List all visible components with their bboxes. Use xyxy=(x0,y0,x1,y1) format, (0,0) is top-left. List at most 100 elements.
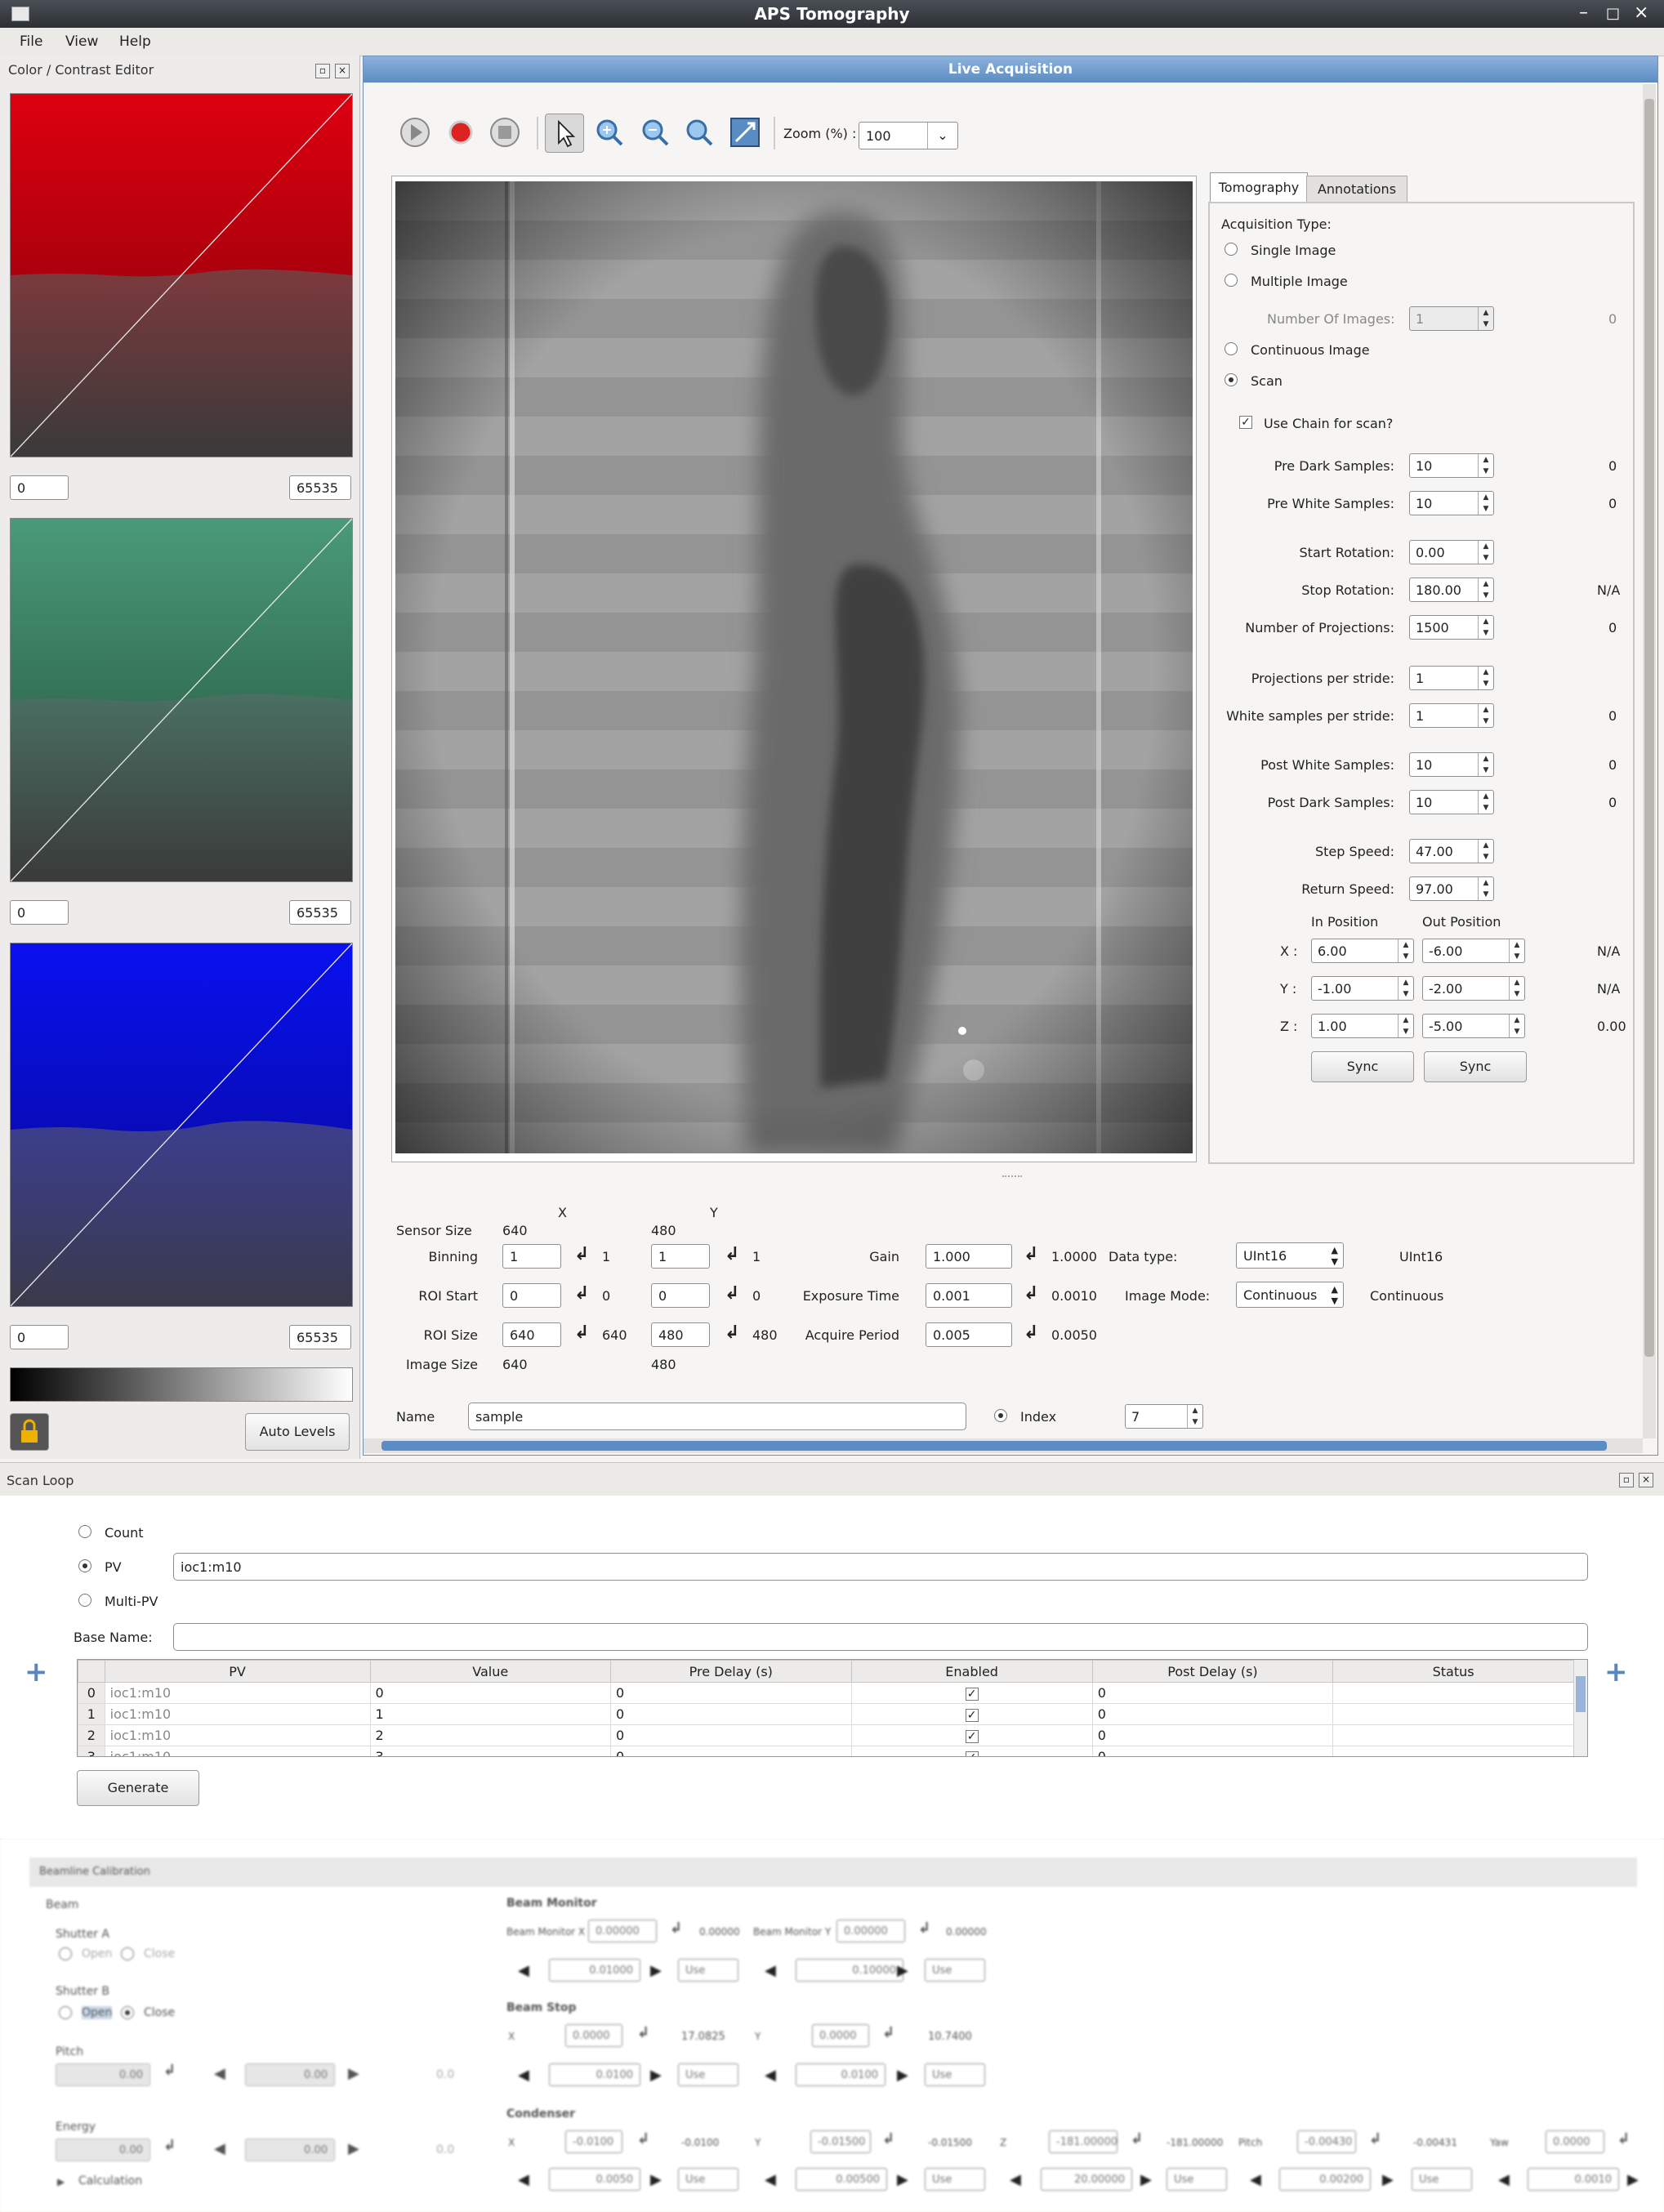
column-header[interactable]: Value xyxy=(369,1660,611,1683)
status-cell[interactable] xyxy=(1332,1724,1574,1746)
step-left-icon[interactable]: ◀ xyxy=(1250,2171,1261,2188)
lock-button[interactable] xyxy=(10,1413,49,1451)
close-panel-icon[interactable]: × xyxy=(335,64,350,78)
table-row[interactable]: 1 ioc1:m10 1 0 ✓ 0 xyxy=(78,1703,1574,1725)
spin-arrows-icon[interactable]: ▲ ▼ xyxy=(1478,877,1493,900)
spin-arrows-icon[interactable]: ▲ ▼ xyxy=(1478,667,1493,689)
column-header[interactable]: Status xyxy=(1332,1660,1574,1683)
condenser-yaw-step-input[interactable]: 0.0010 xyxy=(1528,2168,1619,2191)
num-projections-input[interactable]: 1500 ▲ ▼ xyxy=(1409,615,1494,640)
generate-button[interactable]: Generate xyxy=(77,1770,199,1806)
play-icon[interactable] xyxy=(396,114,434,151)
spin-arrows-icon[interactable]: ▲ ▼ xyxy=(1478,704,1493,727)
z-in-input[interactable]: 1.00 ▲ ▼ xyxy=(1311,1014,1414,1038)
green-min-input[interactable]: 0 xyxy=(10,900,69,925)
enter-icon[interactable]: ↲ xyxy=(882,2024,894,2041)
vertical-scrollbar[interactable] xyxy=(1643,84,1656,1438)
acquire-period-input[interactable]: 0.005 xyxy=(926,1322,1012,1347)
status-cell[interactable] xyxy=(1332,1682,1574,1704)
roi-start-y-input[interactable]: 0 xyxy=(651,1283,710,1308)
stop-icon[interactable] xyxy=(486,114,524,151)
step-right-icon[interactable]: ▶ xyxy=(650,2067,662,2084)
enabled-cell[interactable]: ✓ xyxy=(850,1724,1093,1746)
row-index[interactable]: 1 xyxy=(78,1703,105,1725)
beam-monitor-y-use-select[interactable]: Use xyxy=(925,1959,985,1982)
base-name-input[interactable] xyxy=(173,1623,1588,1651)
beam-stop-y-step-input[interactable]: 0.0100 xyxy=(796,2063,886,2086)
condenser-y-input[interactable]: -0.01500 xyxy=(810,2130,871,2153)
enabled-cell[interactable]: ✓ xyxy=(850,1746,1093,1756)
maximize-icon[interactable]: □ xyxy=(1606,5,1620,22)
count-radio[interactable] xyxy=(78,1525,91,1538)
pre-delay-cell[interactable]: 0 xyxy=(609,1724,852,1746)
step-right-icon[interactable]: ▶ xyxy=(348,2140,359,2157)
pv-cell[interactable]: ioc1:m10 xyxy=(104,1703,371,1725)
post-delay-cell[interactable]: 0 xyxy=(1091,1724,1334,1746)
step-left-icon[interactable]: ◀ xyxy=(1010,2171,1021,2188)
shutter-b-close-radio[interactable] xyxy=(121,2006,134,2019)
pre-delay-cell[interactable]: 0 xyxy=(609,1682,852,1704)
gain-input[interactable]: 1.000 xyxy=(926,1244,1012,1269)
fit-image-icon[interactable] xyxy=(726,114,764,151)
vertical-scroll-thumb[interactable] xyxy=(1644,99,1654,1357)
spin-arrows-icon[interactable]: ▲ ▼ xyxy=(1398,977,1413,1000)
post-dark-input[interactable]: 10 ▲ ▼ xyxy=(1409,790,1494,814)
step-left-icon[interactable]: ◀ xyxy=(765,2067,776,2084)
step-right-icon[interactable]: ▶ xyxy=(897,2171,908,2188)
record-icon[interactable] xyxy=(442,114,480,151)
image-mode-select[interactable]: Continuous ▲ ▼ xyxy=(1236,1282,1344,1308)
binning-x-input[interactable]: 1 xyxy=(502,1244,561,1269)
step-right-icon[interactable]: ▶ xyxy=(650,2171,662,2188)
horizontal-scroll-thumb[interactable] xyxy=(381,1441,1607,1451)
row-index[interactable]: 0 xyxy=(78,1682,105,1704)
step-left-icon[interactable]: ◀ xyxy=(765,2171,776,2188)
continuous-image-radio[interactable] xyxy=(1225,342,1238,355)
blue-min-input[interactable]: 0 xyxy=(10,1325,69,1349)
green-max-input[interactable]: 65535 xyxy=(289,900,351,925)
row-index[interactable]: 3 xyxy=(78,1746,105,1756)
spin-arrows-icon[interactable]: ▲ ▼ xyxy=(1509,939,1524,962)
condenser-yaw-input[interactable]: 0.0000 xyxy=(1546,2130,1604,2153)
calculation-label[interactable]: Calculation xyxy=(78,2174,142,2187)
post-white-input[interactable]: 10 ▲ ▼ xyxy=(1409,752,1494,777)
scan-radio[interactable] xyxy=(1225,373,1238,386)
spin-arrows-icon[interactable]: ▲ ▼ xyxy=(1478,840,1493,863)
spin-arrows-icon[interactable]: ▲ ▼ xyxy=(1478,307,1493,330)
condenser-pitch-input[interactable]: -0.00430 xyxy=(1297,2130,1356,2153)
add-row-left-icon[interactable]: + xyxy=(25,1656,48,1688)
zoom-out-icon[interactable] xyxy=(636,114,674,151)
enter-icon[interactable]: ↲ xyxy=(1369,2130,1381,2147)
red-max-input[interactable]: 65535 xyxy=(289,475,351,500)
enabled-checkbox[interactable]: ✓ xyxy=(965,1730,979,1743)
enter-icon[interactable]: ↲ xyxy=(637,2024,649,2041)
red-curve-editor[interactable] xyxy=(10,93,353,457)
post-delay-cell[interactable]: 0 xyxy=(1091,1682,1334,1704)
beam-stop-y-use-select[interactable]: Use xyxy=(925,2063,985,2086)
add-row-right-icon[interactable]: + xyxy=(1604,1656,1628,1688)
condenser-z-step-input[interactable]: 20.00000 xyxy=(1041,2168,1132,2191)
enter-icon[interactable]: ↲ xyxy=(574,1322,589,1343)
value-cell[interactable]: 3 xyxy=(369,1746,611,1756)
zoom-select[interactable]: 100 ⌄ xyxy=(859,122,958,149)
spin-arrows-icon[interactable]: ▲ ▼ xyxy=(1398,939,1413,962)
roi-start-x-input[interactable]: 0 xyxy=(502,1283,561,1308)
number-of-images-input[interactable]: 1 ▲ ▼ xyxy=(1409,306,1494,331)
projections-per-stride-input[interactable]: 1 ▲ ▼ xyxy=(1409,666,1494,690)
spin-arrows-icon[interactable]: ▲ ▼ xyxy=(1398,1015,1413,1037)
stop-rotation-input[interactable]: 180.00 ▲ ▼ xyxy=(1409,578,1494,602)
spin-arrows-icon[interactable]: ▲ ▼ xyxy=(1478,616,1493,639)
enter-icon[interactable]: ↲ xyxy=(1131,2130,1143,2147)
shutter-b-open-radio[interactable] xyxy=(59,2006,72,2019)
step-right-icon[interactable]: ▶ xyxy=(1627,2171,1639,2188)
enabled-cell[interactable]: ✓ xyxy=(850,1682,1093,1704)
condenser-x-step-input[interactable]: 0.0050 xyxy=(549,2168,640,2191)
beam-monitor-y-input[interactable]: 0.00000 xyxy=(836,1920,905,1942)
step-left-icon[interactable]: ◀ xyxy=(518,2067,529,2084)
tomography-image[interactable] xyxy=(395,181,1193,1153)
enter-icon[interactable]: ↲ xyxy=(163,2062,176,2079)
multiple-image-radio[interactable] xyxy=(1225,274,1238,287)
enabled-cell[interactable]: ✓ xyxy=(850,1703,1093,1725)
pv-cell[interactable]: ioc1:m10 xyxy=(104,1682,371,1704)
binning-y-input[interactable]: 1 xyxy=(651,1244,710,1269)
beam-stop-x-step-input[interactable]: 0.0100 xyxy=(549,2063,640,2086)
